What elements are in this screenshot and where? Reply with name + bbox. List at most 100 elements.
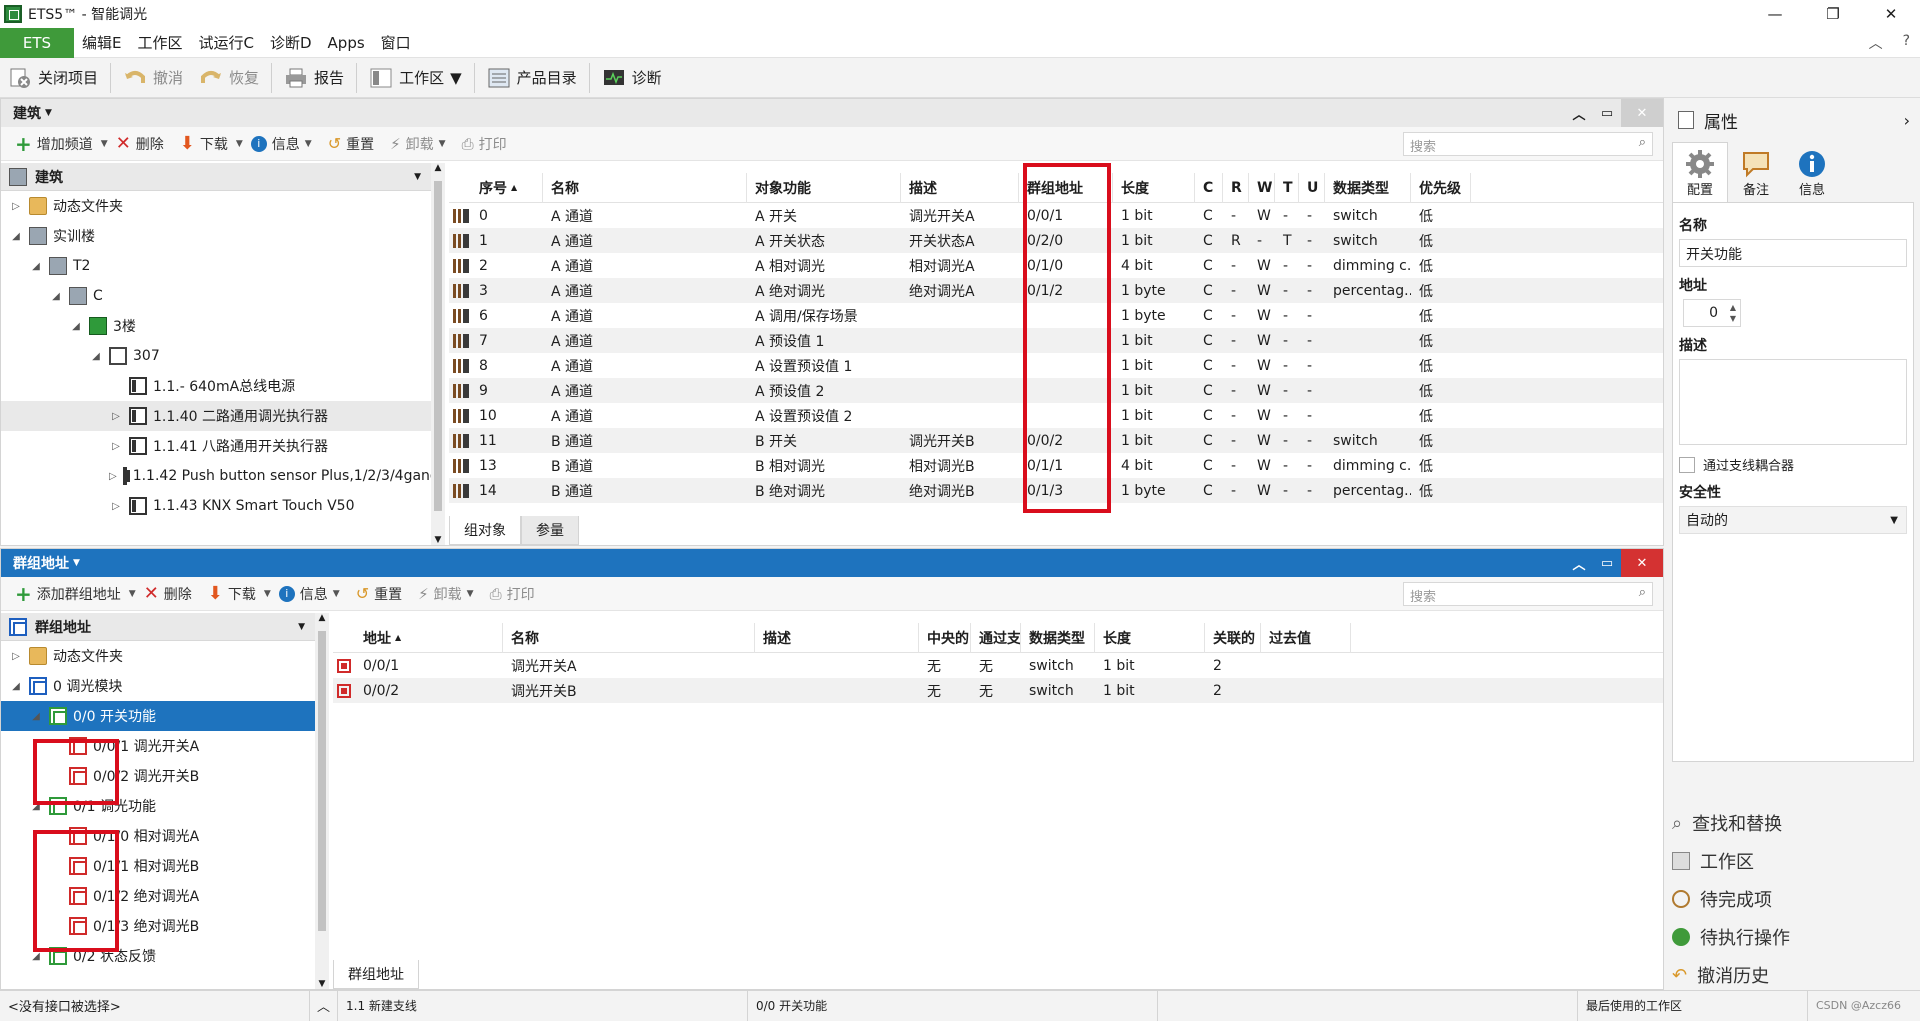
menu-edit[interactable]: 编辑E (74, 32, 129, 53)
panel-collapse-icon[interactable]: ︿ (1565, 549, 1593, 577)
group-tree-scrollbar[interactable]: ▲ ▼ (315, 613, 329, 989)
chevron-down-icon[interactable]: ▼ (73, 558, 80, 568)
collapse-ribbon-icon[interactable]: ︿ (1869, 33, 1883, 53)
column-header[interactable]: 地址 ▲ (355, 623, 503, 653)
column-header[interactable]: 长度 (1113, 173, 1195, 203)
delete-button[interactable]: ✕ 删除 (136, 583, 200, 604)
tree-item[interactable]: ◢ C (1, 281, 431, 311)
tree-item[interactable]: ◢ T2 (1, 251, 431, 281)
security-select[interactable]: 自动的 ▼ (1679, 506, 1907, 534)
tree-item[interactable]: ▷ 1.1.41 八路通用开关执行器 (1, 431, 431, 461)
tab-group-address[interactable]: 群组地址 (333, 960, 419, 989)
add-channel-button[interactable]: + 增加频道 (7, 132, 101, 156)
menu-apps[interactable]: Apps (320, 34, 373, 52)
chevron-down-icon[interactable]: ▼ (101, 139, 108, 149)
tree-item[interactable]: ◢ 实训楼 (1, 221, 431, 251)
expanded-arrow-icon[interactable]: ◢ (29, 951, 43, 962)
collapse-status-icon[interactable]: ︿ (310, 990, 338, 1021)
group-panel-title[interactable]: 群组地址 (13, 553, 69, 573)
chevron-down-icon[interactable]: ▼ (129, 589, 136, 599)
todo-link[interactable]: 待完成项 (1672, 880, 1912, 918)
tree-item[interactable]: ▷ 动态文件夹 (1, 641, 315, 671)
expanded-arrow-icon[interactable]: ◢ (89, 351, 103, 362)
spin-arrows-icon[interactable]: ▲ ▼ (1730, 302, 1736, 324)
column-header[interactable]: 通过支 (971, 623, 1021, 653)
tab-group-objects[interactable]: 组对象 (449, 516, 521, 545)
collapsed-arrow-icon[interactable]: ▷ (9, 651, 23, 662)
table-row[interactable]: 0/0/1 调光开关A 无 无 switch 1 bit 2 (333, 653, 1663, 678)
coupler-checkbox[interactable] (1679, 456, 1695, 473)
print-button[interactable]: ⎙ 打印 (454, 134, 515, 154)
coupler-checkbox-row[interactable]: 通过支线耦合器 (1679, 455, 1907, 474)
column-header[interactable]: 描述 (901, 173, 1019, 203)
building-tree-header[interactable]: 建筑 ▼ (1, 163, 431, 191)
collapsed-arrow-icon[interactable]: ▷ (109, 411, 123, 422)
info-button[interactable]: i 信息 ▼ (243, 134, 320, 154)
tree-item[interactable]: ▷ 1.1.43 KNX Smart Touch V50 (1, 491, 431, 521)
expanded-arrow-icon[interactable]: ◢ (29, 261, 43, 272)
column-header[interactable]: R (1223, 173, 1249, 203)
panel-maximize-icon[interactable]: ▭ (1593, 549, 1621, 577)
reset-button[interactable]: ↺ 重置 (348, 584, 410, 604)
scroll-up-icon[interactable]: ▲ (315, 613, 329, 623)
column-header[interactable]: U (1299, 173, 1325, 203)
info-button[interactable]: i 信息 ▼ (271, 584, 348, 604)
menu-window[interactable]: 窗口 (373, 32, 419, 53)
column-header[interactable]: 优先级 (1411, 173, 1471, 203)
group-search-input[interactable]: 搜索 ⌕ (1403, 582, 1653, 606)
tab-info[interactable]: 信息 (1784, 142, 1840, 202)
chevron-down-icon[interactable]: ▼ (45, 108, 52, 118)
close-window-button[interactable]: ✕ (1862, 0, 1920, 28)
print-button[interactable]: ⎙ 打印 (482, 584, 543, 604)
description-field[interactable] (1679, 359, 1907, 445)
column-header[interactable]: 数据类型 (1021, 623, 1095, 653)
interface-selector[interactable]: <没有接口被选择> (0, 990, 310, 1021)
find-replace-link[interactable]: ⌕ 查找和替换 (1672, 804, 1912, 842)
expanded-arrow-icon[interactable]: ◢ (9, 231, 23, 242)
expanded-arrow-icon[interactable]: ◢ (9, 681, 23, 692)
collapsed-arrow-icon[interactable]: ▷ (109, 501, 123, 512)
panel-close-icon[interactable]: ✕ (1621, 549, 1663, 577)
chevron-down-icon[interactable]: ▼ (414, 172, 421, 182)
panel-close-icon[interactable]: ✕ (1621, 99, 1663, 127)
column-header[interactable]: 数据类型 (1325, 173, 1411, 203)
column-header[interactable]: 过去值 (1261, 623, 1351, 653)
tab-notes[interactable]: 备注 (1728, 142, 1784, 202)
column-header[interactable]: 描述 (755, 623, 919, 653)
diagnose-button[interactable]: 诊断 (594, 61, 670, 95)
collapsed-arrow-icon[interactable]: ▷ (109, 471, 117, 482)
delete-button[interactable]: ✕ 删除 (108, 133, 172, 154)
download-button[interactable]: ⬇ 下载 (172, 133, 236, 154)
reset-button[interactable]: ↺ 重置 (320, 134, 382, 154)
scroll-down-icon[interactable]: ▼ (431, 535, 445, 545)
building-tree-scrollbar[interactable]: ▲ ▼ (431, 163, 445, 545)
workspace-link[interactable]: 工作区 (1672, 842, 1912, 880)
tree-item[interactable]: ◢ 0/0 开关功能 (1, 701, 315, 731)
tree-item[interactable]: ▷ 1.1.42 Push button sensor Plus,1/2/3/4g… (1, 461, 431, 491)
workspace-button[interactable]: 工作区 ▼ (361, 61, 470, 95)
menu-workspace[interactable]: 工作区 (129, 32, 190, 53)
ets-menu-button[interactable]: ETS (0, 27, 74, 58)
column-header[interactable]: 序号 ▲ (471, 173, 543, 203)
pending-ops-link[interactable]: 待执行操作 (1672, 918, 1912, 956)
close-project-button[interactable]: 关闭项目 (0, 61, 106, 95)
column-header[interactable]: 中央的 (919, 623, 971, 653)
panel-collapse-icon[interactable]: ︿ (1565, 99, 1593, 127)
column-header[interactable]: 长度 (1095, 623, 1205, 653)
tree-item[interactable]: ▷ 1.1.40 二路通用调光执行器 (1, 401, 431, 431)
column-header[interactable]: T (1275, 173, 1299, 203)
tree-item[interactable]: ◢ 3楼 (1, 311, 431, 341)
tab-config[interactable]: 配置 (1672, 142, 1728, 202)
undo-button[interactable]: 撤消 (115, 61, 191, 95)
column-header[interactable]: 名称 (503, 623, 755, 653)
expanded-arrow-icon[interactable]: ◢ (29, 711, 43, 722)
add-group-address-button[interactable]: + 添加群组地址 (7, 582, 129, 606)
tree-item[interactable]: 1.1.- 640mA总线电源 (1, 371, 431, 401)
chevron-right-icon[interactable]: › (1904, 111, 1910, 130)
column-header[interactable]: 关联的 (1205, 623, 1261, 653)
column-header[interactable]: C (1195, 173, 1223, 203)
chevron-down-icon[interactable]: ▼ (264, 589, 271, 599)
building-panel-title[interactable]: 建筑 (13, 103, 41, 123)
table-row[interactable]: 0/0/2 调光开关B 无 无 switch 1 bit 2 (333, 678, 1663, 703)
tree-item[interactable]: ◢ 307 (1, 341, 431, 371)
